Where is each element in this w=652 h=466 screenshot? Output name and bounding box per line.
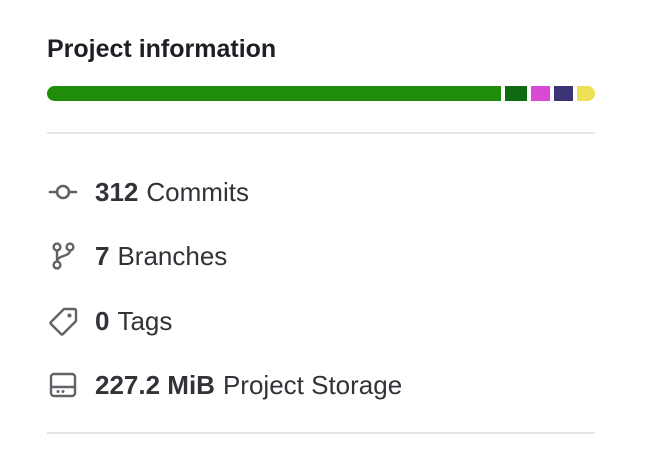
commit-icon [47,176,79,208]
language-segment[interactable] [531,86,555,101]
branches-link[interactable]: 7 Branches [47,239,227,273]
tags-link[interactable]: 0 Tags [47,304,172,338]
language-segment[interactable] [577,86,595,101]
tag-icon [47,305,79,337]
tags-label: Tags [117,305,173,336]
divider [47,132,595,134]
panel-title: Project information [47,35,277,63]
repository-languages-bar[interactable] [47,86,595,101]
language-segment[interactable] [504,86,532,101]
project-storage-link[interactable]: 227.2 MiB Project Storage [47,368,402,402]
language-segment[interactable] [554,86,578,101]
storage-icon [47,369,79,401]
branches-count: 7 [95,240,110,271]
tags-count: 0 [95,305,110,336]
storage-size: 227.2 MiB [95,369,215,400]
language-segment[interactable] [47,86,505,101]
commits-count: 312 [95,176,139,207]
branch-icon [47,240,79,272]
branches-label: Branches [117,240,228,271]
commits-link[interactable]: 312 Commits [47,175,249,209]
divider [47,432,595,434]
storage-label: Project Storage [222,369,403,400]
commits-label: Commits [146,176,249,207]
